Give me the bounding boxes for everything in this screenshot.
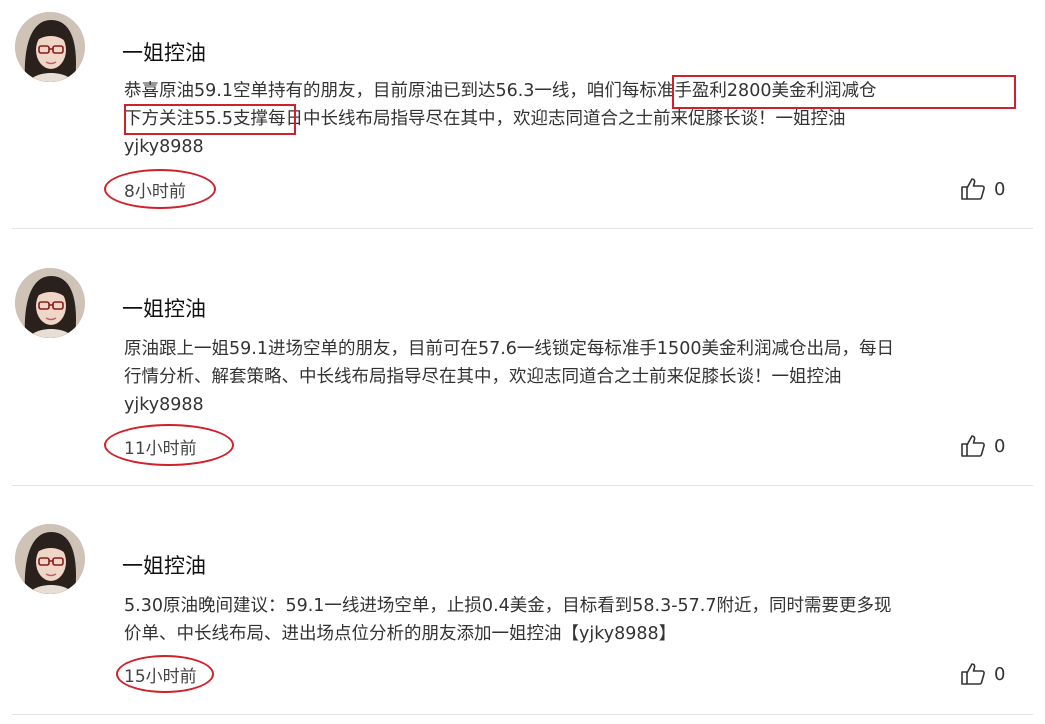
post-content-line: 行情分析、解套策略、中长线布局指导尽在其中，欢迎志同道合之士前来促膝长谈！一姐控… <box>124 367 842 387</box>
like-count: 0 <box>994 178 1006 200</box>
like-count: 0 <box>994 435 1006 457</box>
like-count: 0 <box>994 663 1006 685</box>
post-divider <box>12 714 1033 715</box>
post-content-line: 5.30原油晚间建议：59.1一线进场空单，止损0.4美金，目标看到58.3-5… <box>124 596 892 616</box>
post-content: 恭喜原油59.1空单持有的朋友，目前原油已到达56.3一线，咱们每标准手盈利28… <box>124 77 1034 161</box>
post-content: 原油跟上一姐59.1进场空单的朋友，目前可在57.6一线锁定每标准手1500美金… <box>124 335 1034 419</box>
post-divider <box>12 485 1033 486</box>
like-button[interactable]: 0 <box>960 434 1005 458</box>
post-content-line: yjky8988 <box>124 395 204 415</box>
post-content: 5.30原油晚间建议：59.1一线进场空单，止损0.4美金，目标看到58.3-5… <box>124 592 1034 648</box>
author-avatar[interactable] <box>15 524 85 594</box>
post-timestamp: 15小时前 <box>124 667 197 687</box>
post-content-line: yjky8988 <box>124 137 204 157</box>
post-content-line: 原油跟上一姐59.1进场空单的朋友，目前可在57.6一线锁定每标准手1500美金… <box>124 339 894 359</box>
post-timestamp: 8小时前 <box>124 182 186 202</box>
author-avatar[interactable] <box>15 268 85 338</box>
like-button[interactable]: 0 <box>960 662 1005 686</box>
post-divider <box>12 228 1033 229</box>
author-name[interactable]: 一姐控油 <box>122 293 206 323</box>
like-button[interactable]: 0 <box>960 177 1005 201</box>
author-avatar[interactable] <box>15 12 85 82</box>
post-content-line: 价单、中长线布局、进出场点位分析的朋友添加一姐控油【yjky8988】 <box>124 624 677 644</box>
post-timestamp: 11小时前 <box>124 439 197 459</box>
author-name[interactable]: 一姐控油 <box>122 550 206 580</box>
thumbs-up-icon <box>961 435 985 457</box>
post-content-line: 恭喜原油59.1空单持有的朋友，目前原油已到达56.3一线，咱们每标准手盈利28… <box>124 81 877 101</box>
post-content-line: 下方关注55.5支撑每日中长线布局指导尽在其中，欢迎志同道合之士前来促膝长谈！一… <box>124 109 846 129</box>
thumbs-up-icon <box>961 663 985 685</box>
thumbs-up-icon <box>961 178 985 200</box>
author-name[interactable]: 一姐控油 <box>122 37 206 67</box>
